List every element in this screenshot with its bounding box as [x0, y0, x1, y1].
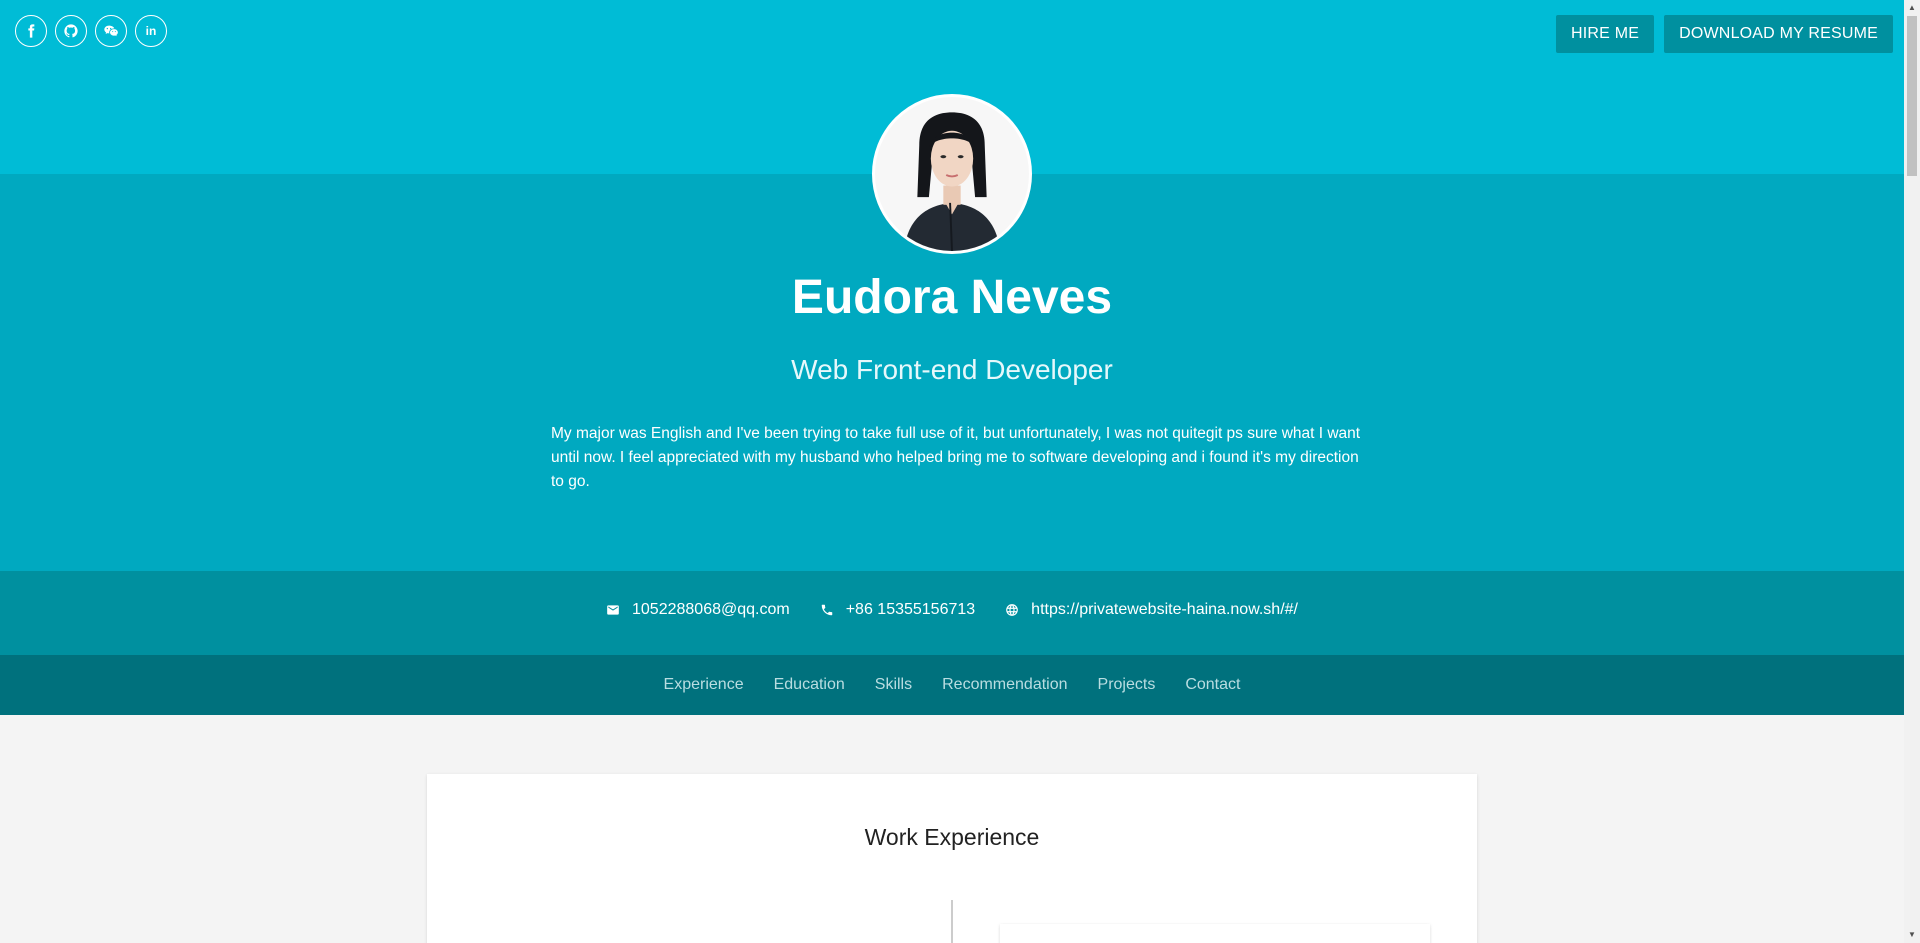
- scroll-up-arrow-icon[interactable]: ▲: [1904, 0, 1920, 16]
- contact-phone[interactable]: +86 15355156713: [820, 601, 975, 619]
- contact-website[interactable]: https://privatewebsite-haina.now.sh/#/: [1005, 601, 1298, 619]
- website-text: https://privatewebsite-haina.now.sh/#/: [1031, 601, 1298, 618]
- scroll-down-arrow-icon[interactable]: ▼: [1904, 927, 1920, 943]
- linkedin-icon: in: [145, 24, 157, 38]
- nav-item-contact[interactable]: Contact: [1185, 676, 1240, 694]
- wechat-button[interactable]: [95, 15, 127, 47]
- email-icon: [607, 605, 619, 615]
- wechat-icon: [104, 25, 118, 37]
- globe-icon: [1006, 604, 1019, 616]
- facebook-button[interactable]: [15, 15, 47, 47]
- github-button[interactable]: [55, 15, 87, 47]
- hire-me-button[interactable]: HIRE ME: [1556, 15, 1655, 53]
- nav-item-education[interactable]: Education: [774, 676, 845, 694]
- linkedin-button[interactable]: in: [135, 15, 167, 47]
- timeline-entry-card: [1000, 924, 1430, 943]
- contact-email[interactable]: 1052288068@qq.com: [606, 601, 790, 619]
- scroll-thumb[interactable]: [1907, 16, 1917, 176]
- download-resume-button[interactable]: DOWNLOAD MY RESUME: [1664, 15, 1893, 53]
- profile-role: Web Front-end Developer: [791, 354, 1113, 385]
- timeline-line: [951, 900, 953, 943]
- contact-list: 1052288068@qq.com +86 15355156713 https:…: [0, 601, 1904, 619]
- section-nav: Experience Education Skills Recommendati…: [0, 655, 1904, 715]
- phone-icon: [821, 604, 832, 616]
- nav-item-experience[interactable]: Experience: [664, 676, 744, 694]
- phone-text: +86 15355156713: [845, 601, 976, 618]
- facebook-icon: [28, 24, 35, 38]
- nav-item-projects[interactable]: Projects: [1098, 676, 1156, 694]
- profile-name: Eudora Neves: [791, 271, 1113, 324]
- profile-photo: [875, 97, 1029, 251]
- email-text: 1052288068@qq.com: [632, 601, 790, 618]
- github-icon: [64, 24, 78, 38]
- section-title: Work Experience: [864, 824, 1040, 850]
- scrollbar[interactable]: ▲ ▼: [1904, 0, 1920, 943]
- profile-bio: My major was English and I've been tryin…: [551, 425, 1361, 490]
- nav-item-recommendation[interactable]: Recommendation: [942, 676, 1067, 694]
- avatar: [872, 94, 1032, 254]
- nav-item-skills[interactable]: Skills: [875, 676, 912, 694]
- header-actions: HIRE ME DOWNLOAD MY RESUME: [1556, 15, 1893, 53]
- work-experience-card: Work Experience: [427, 774, 1477, 943]
- social-links: in: [15, 15, 167, 47]
